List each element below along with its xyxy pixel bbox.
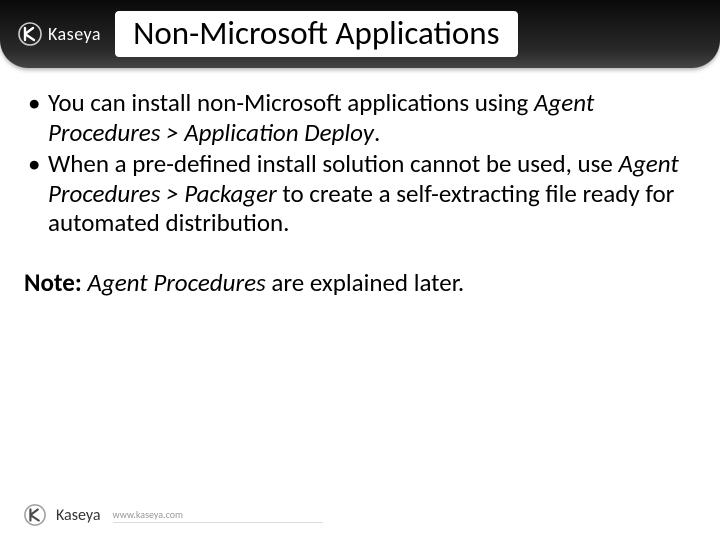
slide-title: Non-Microsoft Applications	[115, 11, 517, 57]
bullet-text-pre: When a pre-defined install solution cann…	[48, 148, 618, 179]
note-em: Agent Procedures	[87, 267, 265, 298]
bullet-item: When a pre-defined install solution cann…	[24, 149, 696, 238]
bullet-item: You can install non-Microsoft applicatio…	[24, 88, 696, 147]
note-block: Note: Agent Procedures are explained lat…	[24, 268, 696, 298]
brand-name-header: Kaseya	[48, 23, 101, 45]
footer: Kaseya www.kaseya.com	[24, 504, 323, 526]
bullet-list: You can install non-Microsoft applicatio…	[24, 88, 696, 238]
kaseya-icon	[24, 504, 46, 526]
note-post: are explained later.	[266, 267, 464, 298]
kaseya-icon	[18, 22, 42, 46]
slide-content: You can install non-Microsoft applicatio…	[0, 68, 720, 298]
footer-url: www.kaseya.com	[113, 508, 324, 523]
note-label: Note:	[24, 267, 82, 298]
bullet-text-pre: You can install non-Microsoft applicatio…	[48, 87, 534, 118]
brand-name-footer: Kaseya	[56, 506, 101, 525]
bullet-text-post: .	[374, 117, 380, 148]
header-bar: Kaseya Non-Microsoft Applications	[0, 0, 720, 68]
brand-logo-header: Kaseya	[18, 22, 101, 46]
